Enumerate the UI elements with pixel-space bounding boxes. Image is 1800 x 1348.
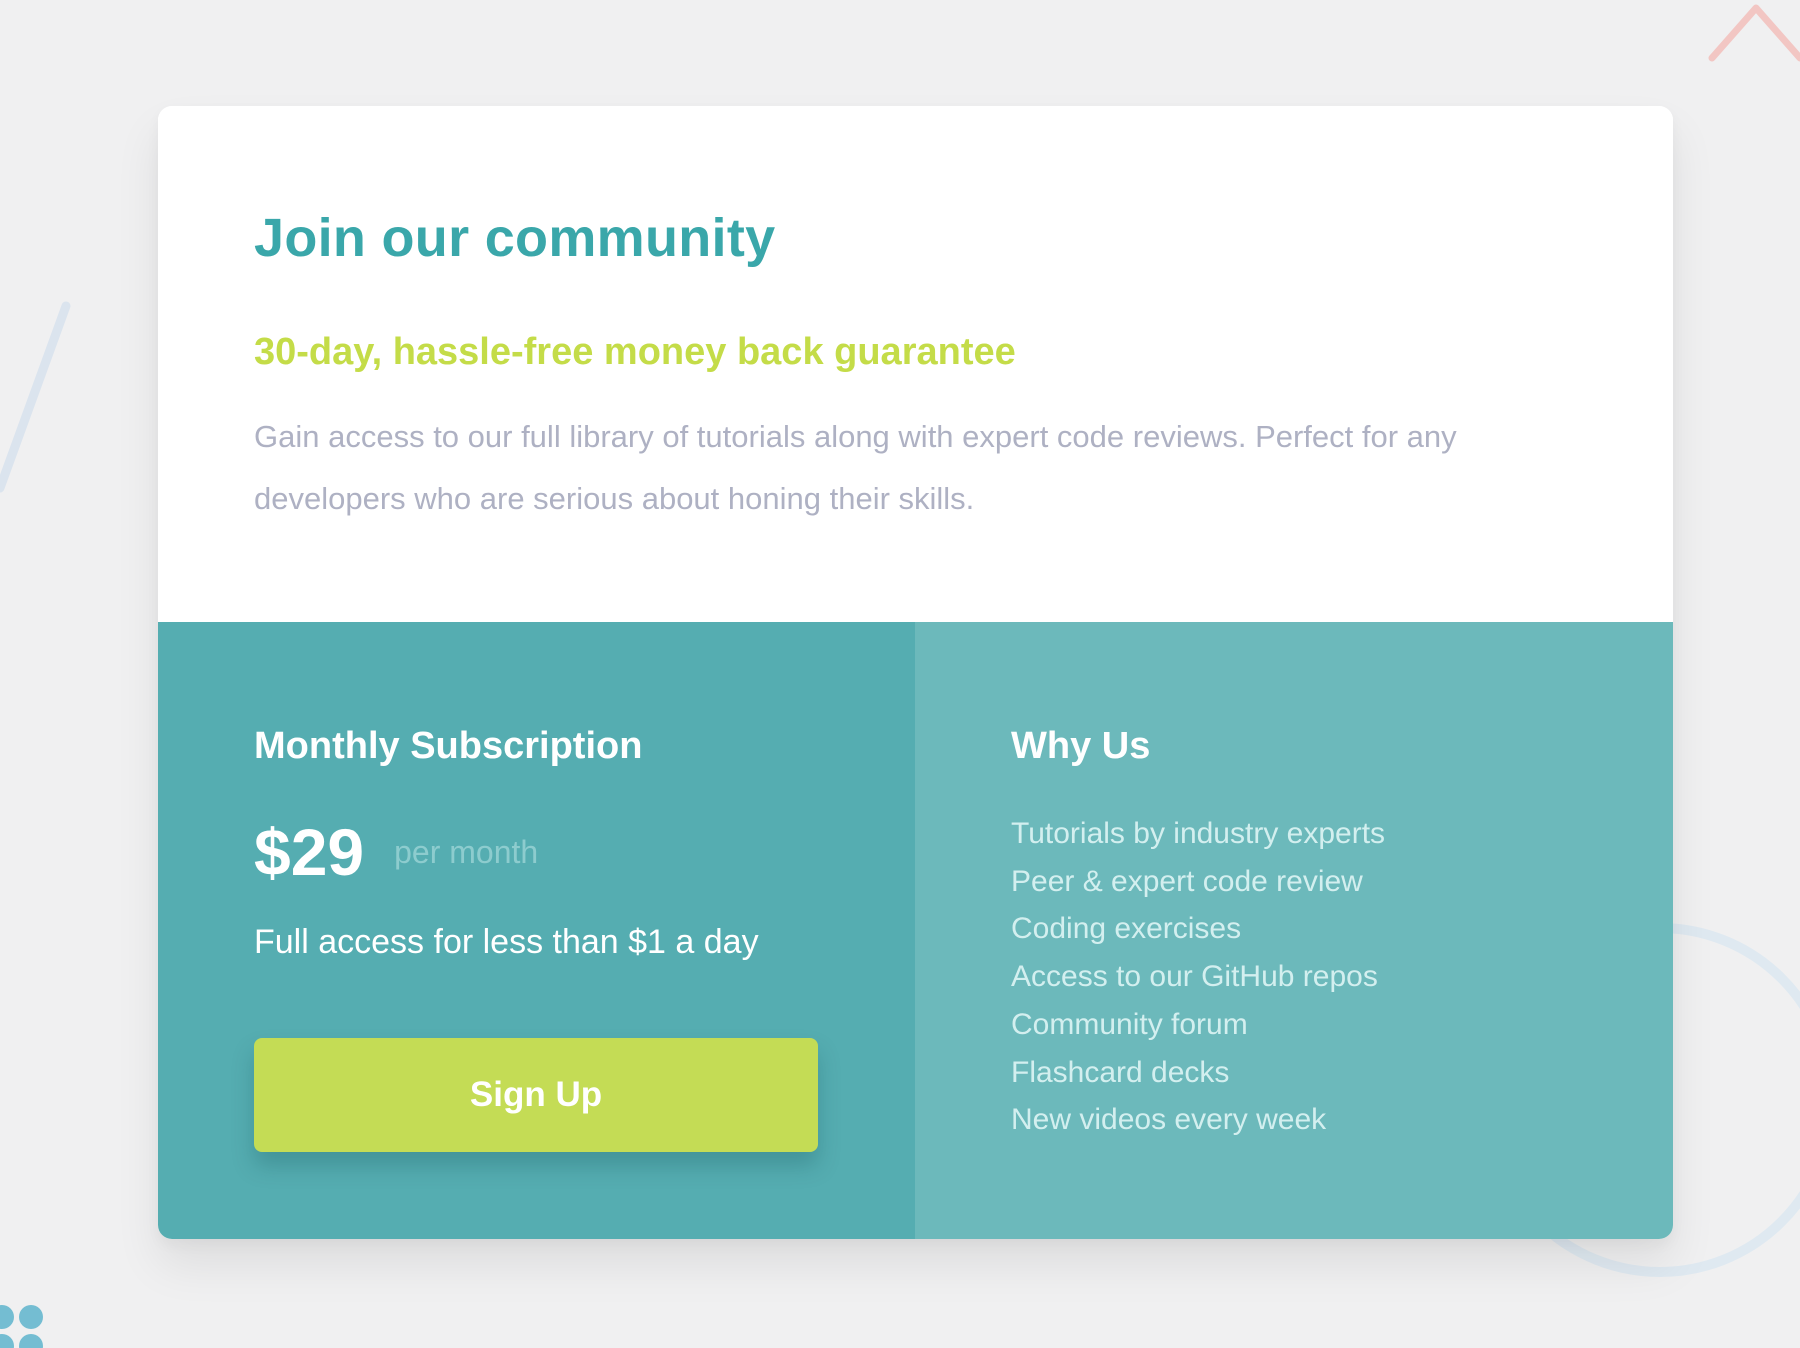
- why-us-title: Why Us: [1011, 725, 1151, 767]
- price-period: per month: [394, 834, 539, 870]
- list-item: New videos every week: [1011, 1103, 1327, 1137]
- list-item: Community forum: [1011, 1007, 1248, 1041]
- guarantee-subtitle: 30-day, hassle-free money back guarantee: [254, 331, 1016, 373]
- list-item: Flashcard decks: [1011, 1055, 1230, 1089]
- subscription-title: Monthly Subscription: [254, 725, 643, 767]
- list-item: Peer & expert code review: [1011, 864, 1363, 898]
- list-item: Access to our GitHub repos: [1011, 960, 1378, 994]
- pricing-card: Join our community 30-day, hassle-free m…: [158, 106, 1673, 1239]
- card-description: Gain access to our full library of tutor…: [254, 419, 1457, 516]
- chevron-up-decoration: [1708, 4, 1800, 62]
- feature-list: Tutorials by industry experts Peer & exp…: [1011, 810, 1385, 1144]
- card-bottom: Monthly Subscription $29 per month Full …: [158, 622, 1673, 1239]
- card-title: Join our community: [254, 208, 776, 268]
- price-row: $29 per month: [254, 812, 538, 892]
- dot-grid-decoration: [0, 1305, 43, 1348]
- subscription-panel: Monthly Subscription $29 per month Full …: [158, 622, 915, 1239]
- sign-up-button[interactable]: Sign Up: [254, 1038, 818, 1152]
- price: $29: [254, 815, 365, 889]
- price-note: Full access for less than $1 a day: [254, 923, 759, 961]
- list-item: Tutorials by industry experts: [1011, 817, 1386, 850]
- list-item: Coding exercises: [1011, 912, 1242, 946]
- community-header: Join our community 30-day, hassle-free m…: [158, 106, 1673, 622]
- diagonal-line-decoration: [0, 301, 71, 493]
- why-us-panel: Why Us Tutorials by industry experts Pee…: [915, 622, 1673, 1239]
